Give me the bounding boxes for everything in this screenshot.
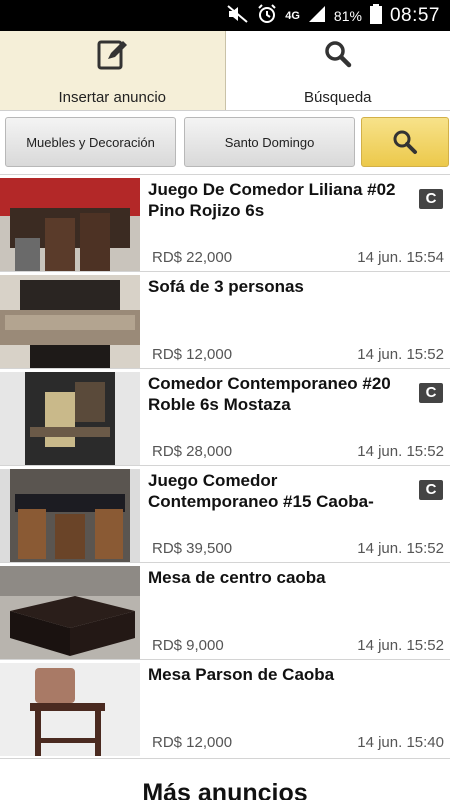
location-filter-button[interactable]: Santo Domingo [184,117,355,167]
listing-price: RD$ 9,000 [152,637,224,654]
listing-date: 14 jun. 15:52 [357,346,444,363]
listing-date: 14 jun. 15:52 [357,540,444,557]
listing-item[interactable]: Juego De Comedor Liliana #02 Pino Rojizo… [0,174,450,271]
listing-photo [0,663,140,756]
listing-price: RD$ 22,000 [152,249,233,266]
tab-busqueda[interactable]: Búsqueda [226,31,450,110]
listing-photo [0,566,140,659]
listing-badge: C [419,480,443,500]
listing-price: RD$ 28,000 [152,443,233,460]
category-filter-button[interactable]: Muebles y Decoración [5,117,176,167]
listing-item[interactable]: Sofá de 3 personas RD$ 12,000 14 jun. 15… [0,271,450,368]
tab-label: Insertar anuncio [58,89,167,106]
tab-label: Búsqueda [303,89,372,106]
more-listings-button[interactable]: Más anuncios [0,758,450,800]
tab-bar: Insertar anuncio Búsqueda [0,31,450,111]
listing-date: 14 jun. 15:52 [357,443,444,460]
edit-icon [97,40,128,70]
listing-item[interactable]: Comedor Contemporaneo #20 Roble 6s Mosta… [0,368,450,465]
mute-icon [227,5,249,26]
listing-price: RD$ 12,000 [152,346,233,363]
listing-date: 14 jun. 15:40 [357,734,444,751]
listing-price: RD$ 12,000 [152,734,233,751]
listing-title: Mesa de centro caoba [148,568,326,587]
filter-bar: Muebles y Decoración Santo Domingo [0,111,450,174]
search-icon [325,41,351,68]
listing-title: Juego De Comedor Liliana #02 Pino Rojizo… [148,180,396,220]
search-button[interactable] [361,117,449,167]
listing-item[interactable]: Juego Comedor Contemporaneo #15 Caoba- C… [0,465,450,562]
listing-date: 14 jun. 15:52 [357,637,444,654]
network-type: 4G [285,9,300,22]
listing-photo [0,372,140,465]
alarm-icon [257,4,277,27]
listing-title: Comedor Contemporaneo #20 Roble 6s Mosta… [148,374,391,414]
listing-title: Juego Comedor Contemporaneo #15 Caoba- [148,471,374,511]
listing-photo [0,469,140,562]
tab-insertar-anuncio[interactable]: Insertar anuncio [0,31,226,110]
listing-title: Mesa Parson de Caoba [148,665,335,684]
listing-list: Juego De Comedor Liliana #02 Pino Rojizo… [0,174,450,756]
status-bar: 4G 81% 08:57 [0,0,450,31]
listing-date: 14 jun. 15:54 [357,249,444,266]
battery-percent: 81% [333,7,362,24]
search-icon [393,130,417,154]
listing-photo [0,275,140,368]
listing-price: RD$ 39,500 [152,540,233,557]
battery-icon [369,4,382,27]
listing-photo [0,178,140,271]
listing-badge: C [419,189,443,209]
listing-item[interactable]: Mesa Parson de Caoba RD$ 12,000 14 jun. … [0,659,450,756]
clock: 08:57 [389,4,440,26]
listing-title: Sofá de 3 personas [148,277,304,296]
signal-icon [308,5,326,26]
listing-item[interactable]: Mesa de centro caoba RD$ 9,000 14 jun. 1… [0,562,450,659]
listing-badge: C [419,383,443,403]
